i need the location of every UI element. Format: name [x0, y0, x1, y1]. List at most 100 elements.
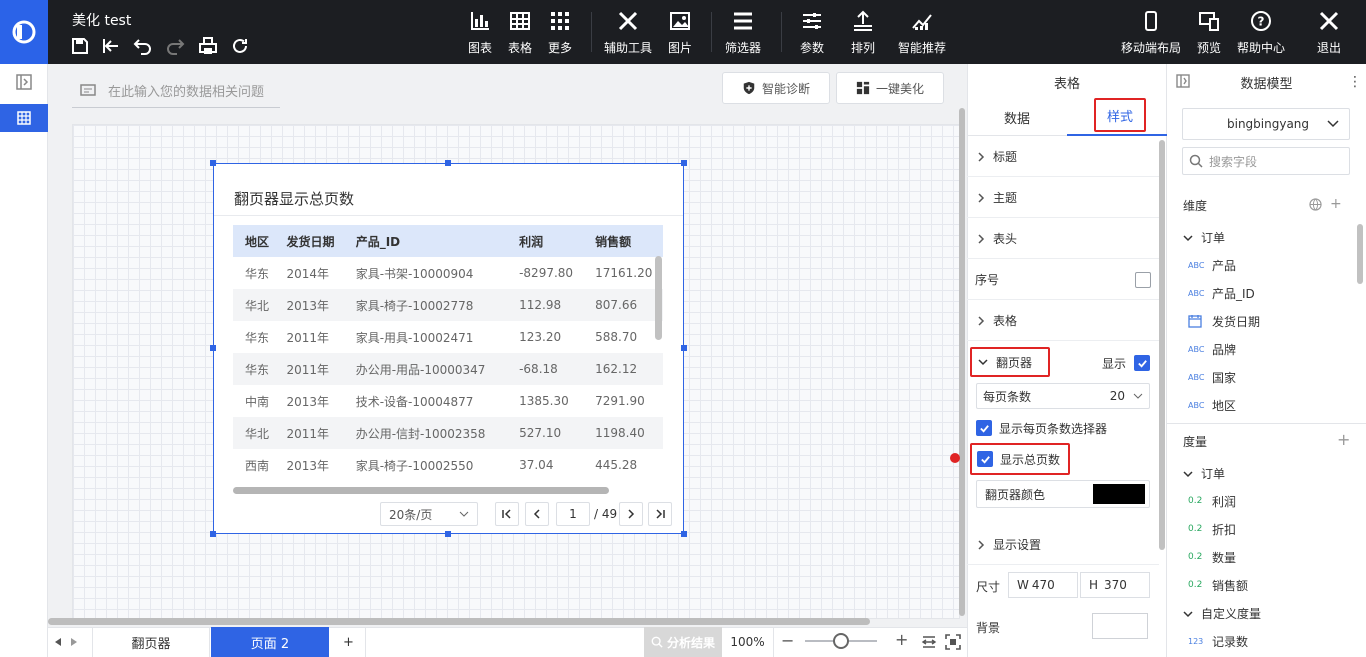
column-header[interactable]: 产品_ID — [343, 225, 508, 257]
next-page-button[interactable] — [619, 502, 643, 526]
globe-icon[interactable] — [1309, 197, 1322, 211]
table-row[interactable]: 西南 2013年 家具-椅子-10002550 37.04 445.28 — [233, 449, 663, 481]
params-button[interactable]: 参数 — [793, 10, 831, 56]
section-header[interactable]: 表头 — [967, 219, 1159, 259]
help-center-button[interactable]: ? 帮助中心 — [1236, 10, 1286, 56]
show-total-checkbox[interactable] — [977, 451, 993, 467]
zoom-slider-handle[interactable] — [833, 633, 849, 649]
filter-button[interactable]: 筛选器 — [722, 10, 764, 56]
background-color-swatch[interactable] — [1092, 613, 1148, 639]
column-header[interactable]: 销售额 — [583, 225, 663, 257]
back-icon[interactable] — [101, 36, 121, 56]
resize-handle[interactable] — [210, 531, 216, 537]
chart-button[interactable]: 图表 — [466, 10, 494, 56]
measure-field[interactable]: 0.2 利润 — [1188, 491, 1236, 511]
field-search-input[interactable]: 搜索字段 — [1182, 147, 1350, 175]
arrange-button[interactable]: 排列 — [844, 10, 882, 56]
dimension-field[interactable]: ABC 品牌 — [1188, 339, 1236, 359]
resize-handle[interactable] — [210, 160, 216, 166]
section-display-settings[interactable]: 显示设置 — [967, 525, 1159, 565]
table-widget[interactable]: 翻页器显示总页数 地区 发货日期 产品_ID 利润 销售额 华东 2014年 家具-书架-1… — [213, 163, 684, 534]
dimension-field[interactable]: ABC 产品 — [1188, 255, 1236, 275]
last-page-button[interactable] — [648, 502, 672, 526]
expand-panel-icon[interactable] — [16, 74, 32, 90]
exit-button[interactable]: 退出 — [1316, 10, 1342, 56]
dimension-field[interactable]: ABC 国家 — [1188, 367, 1236, 387]
resize-handle[interactable] — [681, 160, 687, 166]
rail-item-table[interactable] — [0, 104, 48, 132]
more-button[interactable]: 更多 — [546, 10, 574, 56]
mobile-layout-button[interactable]: 移动端布局 — [1120, 10, 1182, 56]
column-header[interactable]: 发货日期 — [274, 225, 344, 257]
analysis-result-button[interactable]: 分析结果 — [644, 627, 722, 657]
refresh-icon[interactable] — [230, 36, 250, 56]
smart-recommend-button[interactable]: 智能推荐 — [896, 10, 948, 56]
current-page-input[interactable]: 1 — [556, 502, 590, 526]
table-row[interactable]: 华北 2011年 办公用-信封-10002358 527.10 1198.40 — [233, 417, 663, 449]
add-page-button[interactable]: + — [332, 627, 366, 657]
dimension-field[interactable]: ABC 地区 — [1188, 395, 1236, 415]
section-title[interactable]: 标题 — [967, 137, 1159, 177]
question-input[interactable]: 在此输入您的数据相关问题 — [72, 74, 280, 108]
canvas-vertical-scrollbar[interactable] — [959, 108, 965, 616]
table-horizontal-scrollbar[interactable] — [233, 487, 609, 494]
custom-measure-group[interactable]: 自定义度量 — [1183, 605, 1261, 622]
prev-page-button[interactable] — [525, 502, 549, 526]
dimension-field[interactable]: ABC 产品_ID — [1188, 283, 1255, 303]
aux-tools-button[interactable]: 辅助工具 — [603, 10, 653, 56]
image-button[interactable]: 图片 — [666, 10, 694, 56]
dataset-select[interactable]: bingbingyang — [1182, 108, 1350, 140]
resize-handle[interactable] — [681, 531, 687, 537]
undo-icon[interactable] — [133, 36, 153, 56]
print-icon[interactable] — [198, 36, 218, 56]
custom-measure-field[interactable]: 123 记录数 — [1188, 631, 1248, 651]
save-icon[interactable] — [70, 36, 90, 56]
seq-checkbox[interactable] — [1135, 271, 1151, 288]
table-row[interactable]: 中南 2013年 技术-设备-10004877 1385.30 7291.90 — [233, 385, 663, 417]
zoom-in-icon[interactable]: + — [895, 632, 909, 648]
zoom-out-icon[interactable]: − — [781, 633, 795, 649]
panel-scrollbar[interactable] — [1159, 140, 1165, 550]
measure-field[interactable]: 0.2 数量 — [1188, 547, 1236, 567]
pager-color-field[interactable]: 翻页器颜色 — [976, 480, 1150, 508]
table-button[interactable]: 表格 — [506, 10, 534, 56]
resize-handle[interactable] — [445, 160, 451, 166]
add-measure-icon[interactable]: + — [1337, 430, 1350, 449]
fit-width-icon[interactable] — [921, 634, 937, 650]
measure-field[interactable]: 0.2 销售额 — [1188, 575, 1248, 595]
width-input[interactable]: W 470 — [1008, 572, 1078, 598]
fit-screen-icon[interactable] — [945, 634, 961, 650]
per-page-select[interactable]: 每页条数 20 — [976, 383, 1150, 409]
canvas-horizontal-scrollbar[interactable] — [48, 618, 870, 625]
tab-data[interactable]: 数据 — [967, 100, 1067, 136]
table-row[interactable]: 华北 2013年 家具-椅子-10002778 112.98 807.66 — [233, 289, 663, 321]
section-theme[interactable]: 主题 — [967, 178, 1159, 218]
add-dimension-icon[interactable]: + — [1330, 197, 1342, 211]
tab-style[interactable]: 样式 — [1094, 98, 1146, 132]
section-pager[interactable]: 翻页器 — [970, 347, 1050, 377]
smart-diagnose-button[interactable]: 智能诊断 — [722, 72, 830, 104]
first-page-button[interactable] — [495, 502, 519, 526]
dimension-field[interactable]: 发货日期 — [1188, 311, 1260, 331]
size-selector-checkbox[interactable] — [976, 420, 992, 436]
table-row[interactable]: 华东 2011年 家具-用具-10002471 123.20 588.70 — [233, 321, 663, 353]
table-row[interactable]: 华东 2011年 办公用-用品-10000347 -68.18 162.12 — [233, 353, 663, 385]
measure-group[interactable]: 订单 — [1183, 465, 1225, 482]
one-click-beautify-button[interactable]: 一键美化 — [836, 72, 944, 104]
resize-handle[interactable] — [681, 345, 687, 351]
redo-icon[interactable] — [165, 36, 185, 56]
pager-show-checkbox[interactable] — [1134, 355, 1150, 371]
height-input[interactable]: H 370 — [1080, 572, 1150, 598]
measure-field[interactable]: 0.2 折扣 — [1188, 519, 1236, 539]
page-tab[interactable]: 翻页器 — [92, 627, 210, 657]
page-size-select[interactable]: 20条/页 — [380, 502, 478, 526]
page-nav-arrows[interactable] — [54, 634, 88, 650]
page-tab-active[interactable]: 页面 2 — [211, 627, 329, 657]
section-table[interactable]: 表格 — [967, 301, 1159, 341]
resize-handle[interactable] — [445, 531, 451, 537]
pager-color-swatch[interactable] — [1093, 484, 1145, 504]
column-header[interactable]: 利润 — [507, 225, 584, 257]
show-total-pages-option[interactable]: 显示总页数 — [970, 443, 1070, 475]
column-header[interactable]: 地区 — [233, 225, 275, 257]
table-vertical-scrollbar[interactable] — [655, 256, 662, 340]
